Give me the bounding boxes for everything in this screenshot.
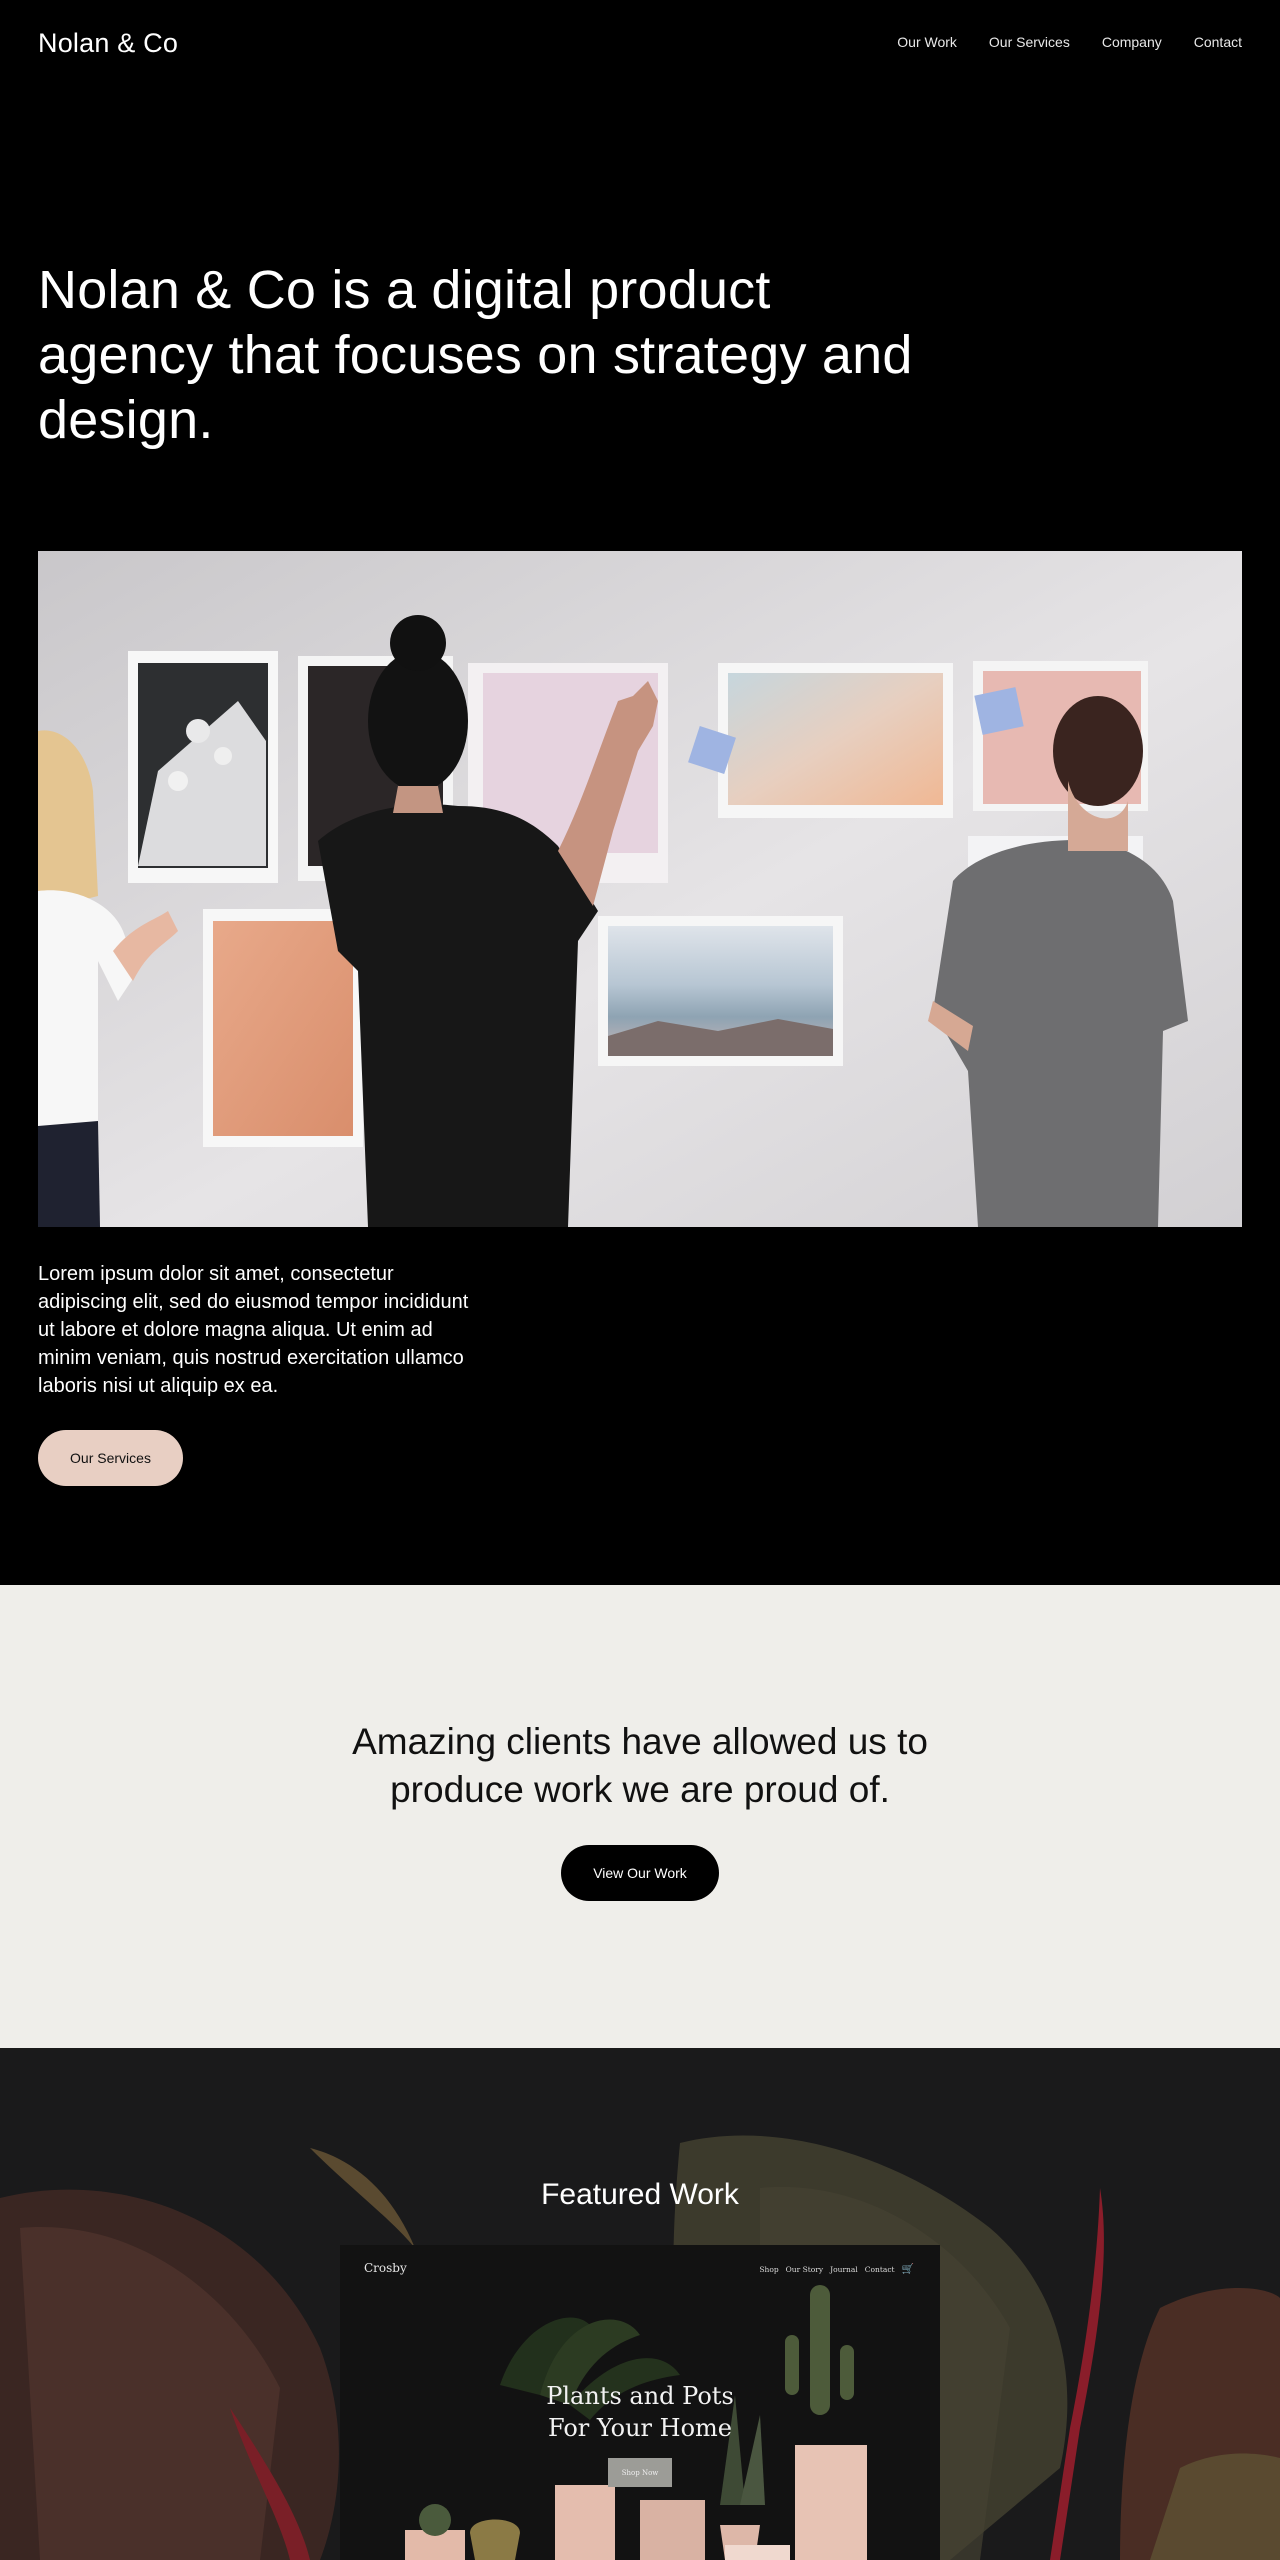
- hero-photo: [38, 551, 1242, 1227]
- sticky-note: [974, 687, 1024, 735]
- featured-work-section: Featured Work Crosby Shop Our Story Jour…: [0, 2048, 1280, 2560]
- poster-clouds: [718, 663, 953, 818]
- intro-line: adipiscing elit, sed do eiusmod tempor i…: [38, 1291, 469, 1313]
- intro-text: Lorem ipsum dolor sit amet, consectetur …: [38, 1260, 518, 1400]
- our-services-button[interactable]: Our Services: [38, 1430, 183, 1486]
- mockup-nav-item: Journal: [830, 2265, 858, 2274]
- intro-line: laboris nisi ut aliquip ex ea.: [38, 1375, 279, 1397]
- mockup-title: Plants and Pots For Your Home: [340, 2380, 940, 2444]
- mockup-title-line: For Your Home: [548, 2414, 732, 2442]
- hero-heading: Nolan & Co is a digital product agency t…: [38, 258, 938, 453]
- mockup-shop-now-button: Shop Now: [608, 2458, 672, 2487]
- clients-section: Amazing clients have allowed us to produ…: [0, 1585, 1280, 2048]
- poster-sea: [598, 916, 843, 1066]
- mockup-logo: Crosby: [364, 2261, 407, 2275]
- pot: [470, 2519, 520, 2560]
- nav-item-company[interactable]: Company: [1102, 34, 1162, 50]
- logo[interactable]: Nolan & Co: [38, 28, 178, 59]
- nav-item-our-services[interactable]: Our Services: [989, 34, 1070, 50]
- mockup-nav-item: Our Story: [785, 2265, 824, 2274]
- hero-heading-line: Nolan & Co is a digital product: [38, 260, 771, 320]
- intro-line: Lorem ipsum dolor sit amet, consectetur: [38, 1263, 394, 1285]
- hero-heading-line: design.: [38, 390, 214, 450]
- mockup-nav-item: Shop: [759, 2265, 779, 2274]
- nav-item-our-work[interactable]: Our Work: [897, 34, 957, 50]
- intro-line: minim veniam, quis nostrud exercitation …: [38, 1347, 464, 1369]
- intro-line: ut labore et dolore magna aliqua. Ut eni…: [38, 1319, 433, 1341]
- site-header: Nolan & Co Our Work Our Services Company…: [0, 0, 1280, 90]
- view-our-work-button[interactable]: View Our Work: [561, 1845, 719, 1901]
- featured-work-title: Featured Work: [541, 2178, 739, 2211]
- mockup-nav: Shop Our Story Journal Contact 🛒: [759, 2264, 914, 2275]
- mockup-title-line: Plants and Pots: [546, 2382, 734, 2410]
- main-nav: Our Work Our Services Company Contact: [897, 34, 1242, 50]
- pot: [795, 2445, 867, 2560]
- nav-item-contact[interactable]: Contact: [1194, 34, 1242, 50]
- clients-heading: Amazing clients have allowed us to produ…: [0, 1718, 1280, 1814]
- pot: [555, 2485, 615, 2560]
- cart-icon: 🛒: [901, 2264, 914, 2275]
- project-mockup[interactable]: Crosby Shop Our Story Journal Contact 🛒 …: [340, 2245, 940, 2560]
- poster-flowers: [128, 651, 278, 883]
- clients-heading-line: produce work we are proud of.: [390, 1769, 890, 1810]
- clients-heading-line: Amazing clients have allowed us to: [352, 1721, 928, 1762]
- mockup-nav-item: Contact: [864, 2265, 895, 2274]
- hero-heading-line: agency that focuses on strategy and: [38, 325, 913, 385]
- pot: [640, 2500, 705, 2560]
